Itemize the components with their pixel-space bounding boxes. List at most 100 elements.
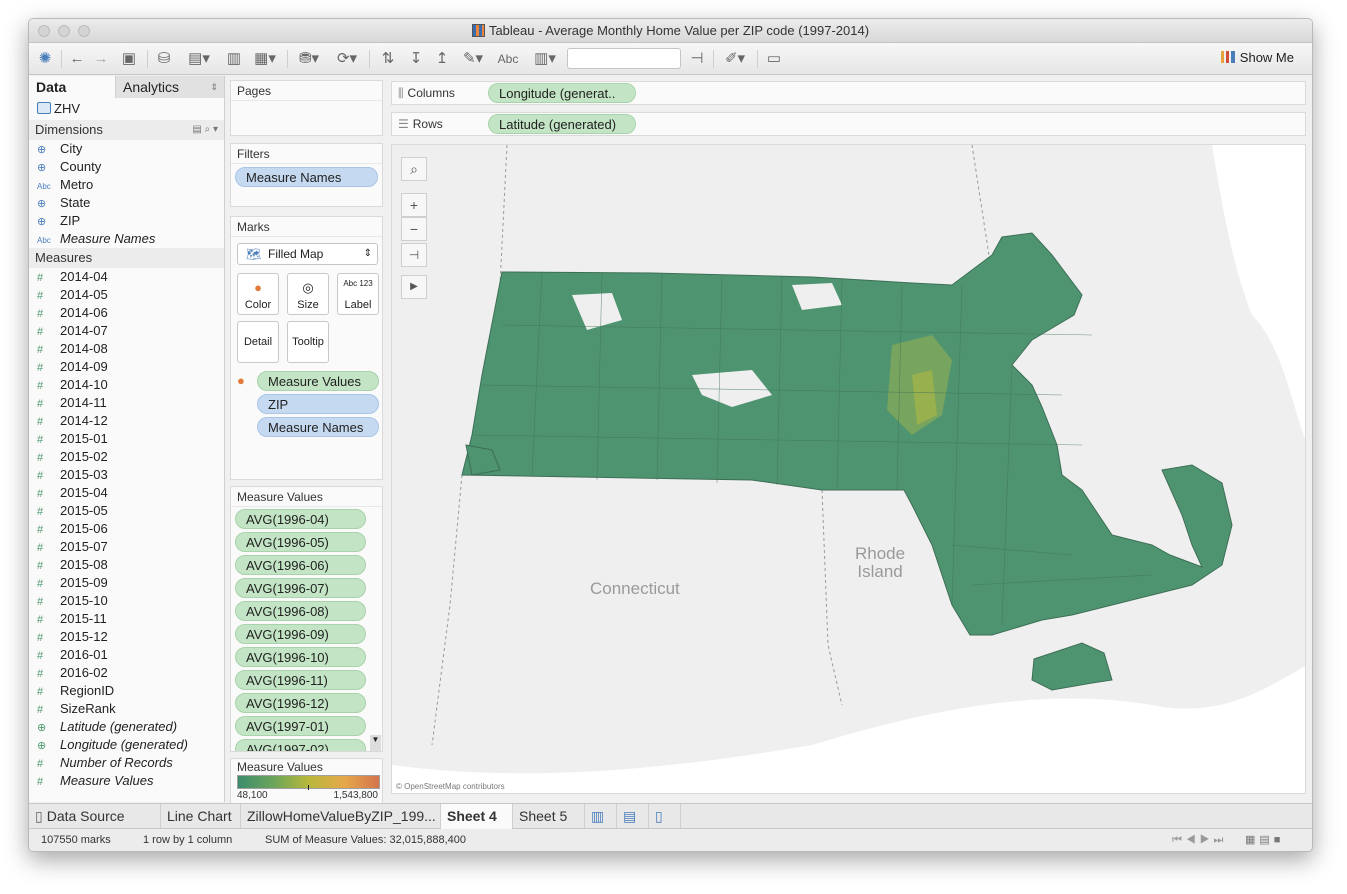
measure-field[interactable]: #2015-03 <box>29 466 224 484</box>
measure-field[interactable]: #2016-01 <box>29 646 224 664</box>
measure-field[interactable]: # Measure Values <box>29 772 224 790</box>
measure-field[interactable]: #2014-06 <box>29 304 224 322</box>
measure-field[interactable]: #2015-01 <box>29 430 224 448</box>
show-mark-labels-button[interactable]: Abc <box>495 49 521 69</box>
pages-card[interactable]: Pages <box>230 80 383 136</box>
color-button[interactable]: ● Color <box>237 273 279 315</box>
filters-card[interactable]: Filters Measure Names <box>230 143 383 207</box>
measure-field[interactable]: #2014-10 <box>29 376 224 394</box>
view-layout-icons[interactable]: ▦▤■ <box>1245 829 1284 851</box>
measure-field[interactable]: #2014-09 <box>29 358 224 376</box>
fix-axes-icon[interactable]: ⊣ <box>687 49 707 69</box>
highlight-icon[interactable]: ✎▾ <box>457 49 489 69</box>
tab-line-chart[interactable]: Line Chart <box>161 804 241 829</box>
show-me-button[interactable]: Show Me <box>1220 50 1294 65</box>
measure-field[interactable]: #2014-05 <box>29 286 224 304</box>
sort-ascending-icon[interactable]: ↧ <box>405 49 427 69</box>
measure-value-pill[interactable]: AVG(1996-06) <box>235 555 366 575</box>
measure-field[interactable]: #2014-07 <box>29 322 224 340</box>
page-navigation-icons[interactable]: ⏮◀▶⏭ <box>1172 829 1227 851</box>
detail-button[interactable]: Detail <box>237 321 279 363</box>
rows-shelf[interactable]: ☰ Rows Latitude (generated) <box>391 112 1306 136</box>
dimension-field[interactable]: Abc Metro <box>29 176 224 194</box>
clear-sheet-icon[interactable]: ▦▾ <box>249 49 281 69</box>
dimension-field[interactable]: Abc Measure Names <box>29 230 224 248</box>
measure-value-pill[interactable]: AVG(1996-11) <box>235 670 366 690</box>
new-worksheet-icon[interactable]: ▥ <box>585 804 617 829</box>
measure-field[interactable]: #2015-06 <box>29 520 224 538</box>
measure-field[interactable]: ⊕ Latitude (generated) <box>29 718 224 736</box>
tab-zillow-home-value[interactable]: ZillowHomeValueByZIP_199... <box>241 804 441 829</box>
measure-field[interactable]: #2015-11 <box>29 610 224 628</box>
marks-pill-measure-values[interactable]: Measure Values <box>257 371 379 391</box>
swap-rows-columns-icon[interactable]: ⇅ <box>377 49 399 69</box>
tab-sheet-5[interactable]: Sheet 5 <box>513 804 585 829</box>
dimension-field[interactable]: ⊕ County <box>29 158 224 176</box>
measure-field[interactable]: #2014-08 <box>29 340 224 358</box>
marks-pill-measure-names[interactable]: Measure Names <box>257 417 379 437</box>
measure-value-pill[interactable]: AVG(1997-01) <box>235 716 366 736</box>
measure-field[interactable]: #2015-10 <box>29 592 224 610</box>
measure-field[interactable]: #2016-02 <box>29 664 224 682</box>
measure-field[interactable]: #2015-02 <box>29 448 224 466</box>
measure-field[interactable]: #2014-12 <box>29 412 224 430</box>
measure-field[interactable]: #2015-08 <box>29 556 224 574</box>
map-view[interactable]: ⌕ + − ⊣ ▶ Connecticut Rhode Island © Ope… <box>391 144 1306 794</box>
new-worksheet-icon[interactable]: ▤▾ <box>183 49 215 69</box>
columns-shelf[interactable]: ⫼ Columns Longitude (generat.. <box>391 81 1306 105</box>
filter-pill-measure-names[interactable]: Measure Names <box>235 167 378 187</box>
zoom-in-button[interactable]: + <box>401 193 427 217</box>
measure-field[interactable]: #2015-05 <box>29 502 224 520</box>
measure-field[interactable]: #2015-04 <box>29 484 224 502</box>
measure-value-pill[interactable]: AVG(1996-12) <box>235 693 366 713</box>
measure-field[interactable]: # SizeRank <box>29 700 224 718</box>
sort-descending-icon[interactable]: ↥ <box>431 49 453 69</box>
measure-value-pill[interactable]: AVG(1996-08) <box>235 601 366 621</box>
measure-value-pill[interactable]: AVG(1996-05) <box>235 532 366 552</box>
measure-value-pill[interactable]: AVG(1996-07) <box>235 578 366 598</box>
measure-value-pill[interactable]: AVG(1997-02) <box>235 739 366 751</box>
new-story-icon[interactable]: ▯ <box>649 804 681 829</box>
pin-map-icon[interactable]: ⊣ <box>401 243 427 267</box>
measure-value-pill[interactable]: AVG(1996-09) <box>235 624 366 644</box>
measure-field[interactable]: #2015-07 <box>29 538 224 556</box>
size-button[interactable]: ◎ Size <box>287 273 329 315</box>
undo-icon[interactable]: ← <box>67 49 87 69</box>
measure-value-pill[interactable]: AVG(1996-10) <box>235 647 366 667</box>
redo-icon[interactable]: → <box>91 49 111 69</box>
measure-field[interactable]: # RegionID <box>29 682 224 700</box>
tab-data[interactable]: Data <box>29 76 115 98</box>
tab-sheet-4[interactable]: Sheet 4 <box>441 804 513 829</box>
rows-pill-latitude[interactable]: Latitude (generated) <box>488 114 636 134</box>
measure-field[interactable]: ⊕ Longitude (generated) <box>29 736 224 754</box>
expand-toolbar-icon[interactable]: ▶ <box>401 275 427 299</box>
fit-icon[interactable]: ▥▾ <box>529 49 561 69</box>
dimension-field[interactable]: ⊕ State <box>29 194 224 212</box>
tableau-logo-icon[interactable]: ✺ <box>37 49 53 69</box>
marks-pill-zip[interactable]: ZIP <box>257 394 379 414</box>
data-source-tab[interactable]: ▯ Data Source <box>29 804 161 829</box>
measure-field[interactable]: #2015-12 <box>29 628 224 646</box>
mark-type-dropdown[interactable]: 🗺 Filled Map ⇕ <box>237 243 378 265</box>
measure-field[interactable]: #2015-09 <box>29 574 224 592</box>
map-search-button[interactable]: ⌕ <box>401 157 427 181</box>
new-dashboard-icon[interactable]: ▤ <box>617 804 649 829</box>
refresh-icon[interactable]: ⟳▾ <box>331 49 363 69</box>
duplicate-sheet-icon[interactable]: ▥ <box>223 49 245 69</box>
pause-updates-icon[interactable]: ⛃▾ <box>293 49 325 69</box>
measure-field[interactable]: #2014-11 <box>29 394 224 412</box>
tab-analytics[interactable]: Analytics ⇕ <box>115 76 224 98</box>
tooltip-button[interactable]: Tooltip <box>287 321 329 363</box>
scroll-down-icon[interactable]: ▼ <box>370 735 381 751</box>
presentation-mode-icon[interactable]: ▭ <box>763 49 785 69</box>
fit-dropdown[interactable] <box>567 48 681 69</box>
measure-field[interactable]: #2014-04 <box>29 268 224 286</box>
columns-pill-longitude[interactable]: Longitude (generat.. <box>488 83 636 103</box>
save-icon[interactable]: ▣ <box>119 49 139 69</box>
dimension-field[interactable]: ⊕ City <box>29 140 224 158</box>
dimension-field[interactable]: ⊕ ZIP <box>29 212 224 230</box>
tooltip-icon[interactable]: ✐▾ <box>719 49 751 69</box>
zoom-out-button[interactable]: − <box>401 217 427 241</box>
datasource-item[interactable]: ZHV <box>29 98 224 120</box>
dimensions-tools-icon[interactable]: ▤ ⌕ ▾ <box>192 120 218 140</box>
